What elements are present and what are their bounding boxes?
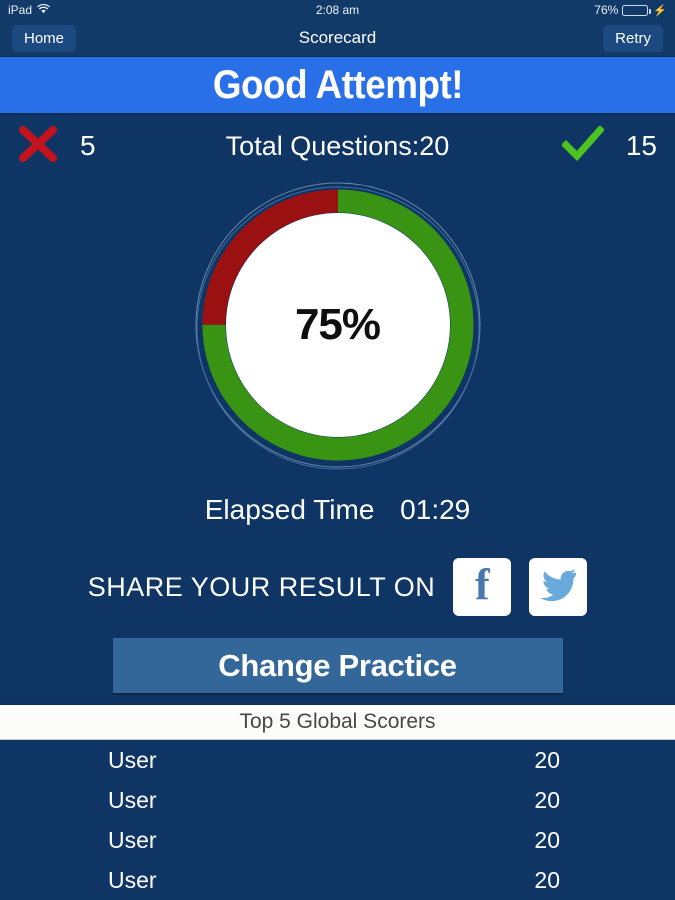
stats-row: 5 Total Questions:20 15 [0, 115, 675, 177]
leaderboard-user-score: 20 [534, 746, 560, 773]
status-bar-time: 2:08 am [315, 3, 360, 17]
leaderboard: Top 5 Global Scorers User 20 User 20 User 20 U… [0, 703, 675, 900]
leaderboard-row: User 20 [0, 780, 675, 820]
result-banner: Good Attempt! [0, 57, 675, 115]
leaderboard-user-score: 20 [534, 866, 560, 893]
status-bar-left: iPad [8, 3, 50, 17]
device-label: iPad [8, 3, 33, 17]
nav-bar-right: Retry [603, 24, 663, 52]
elapsed-time-value: 01:29 [400, 494, 471, 525]
leaderboard-row: User 20 [0, 860, 675, 900]
leaderboard-row: User 20 [0, 820, 675, 860]
change-practice-button[interactable]: Change Practice [112, 638, 563, 693]
score-percent-label: 75% [294, 299, 381, 349]
twitter-share-button[interactable] [529, 558, 588, 616]
leaderboard-user-name: User [108, 866, 157, 893]
wifi-icon [37, 3, 50, 17]
home-button[interactable]: Home [12, 24, 77, 52]
scorecard-screen: iPad 2:08 am 76% ⚡ Home Scorecard Retry [0, 0, 675, 900]
battery-percent-label: 76% [594, 3, 619, 17]
facebook-share-button[interactable]: f [453, 558, 512, 616]
share-label: SHARE YOUR RESULT ON [87, 571, 436, 602]
retry-button[interactable]: Retry [603, 24, 663, 52]
leaderboard-user-score: 20 [534, 786, 560, 813]
leaderboard-row: User 20 [0, 740, 675, 780]
check-icon [560, 124, 605, 167]
nav-bar: Home Scorecard Retry [0, 20, 675, 57]
status-bar-right: 76% ⚡ [594, 3, 667, 17]
leaderboard-user-name: User [108, 826, 157, 853]
lightning-bolt-icon: ⚡ [653, 4, 667, 17]
incorrect-stat: 5 [18, 125, 96, 167]
elapsed-time-row: Elapsed Time 01:29 [0, 472, 675, 532]
leaderboard-header: Top 5 Global Scorers [0, 703, 675, 740]
twitter-icon [538, 568, 578, 607]
donut-graphic: 75% [193, 180, 483, 470]
score-donut-chart: 75% [0, 177, 675, 472]
correct-stat: 15 [560, 124, 657, 167]
elapsed-time-label: Elapsed Time [204, 494, 375, 525]
facebook-icon: f [474, 560, 490, 609]
change-practice-wrap: Change Practice [0, 616, 675, 693]
cross-icon [18, 125, 58, 167]
correct-count: 15 [625, 130, 657, 161]
battery-icon [622, 4, 651, 16]
page-title: Scorecard [298, 28, 377, 47]
status-bar: iPad 2:08 am 76% ⚡ [0, 0, 675, 20]
leaderboard-user-name: User [108, 746, 157, 773]
result-headline: Good Attempt! [212, 62, 463, 107]
leaderboard-list[interactable]: User 20 User 20 User 20 User 20 [0, 740, 675, 900]
incorrect-count: 5 [80, 130, 96, 161]
leaderboard-user-name: User [108, 786, 157, 813]
share-row: SHARE YOUR RESULT ON f [0, 532, 675, 616]
leaderboard-user-score: 20 [534, 826, 560, 853]
